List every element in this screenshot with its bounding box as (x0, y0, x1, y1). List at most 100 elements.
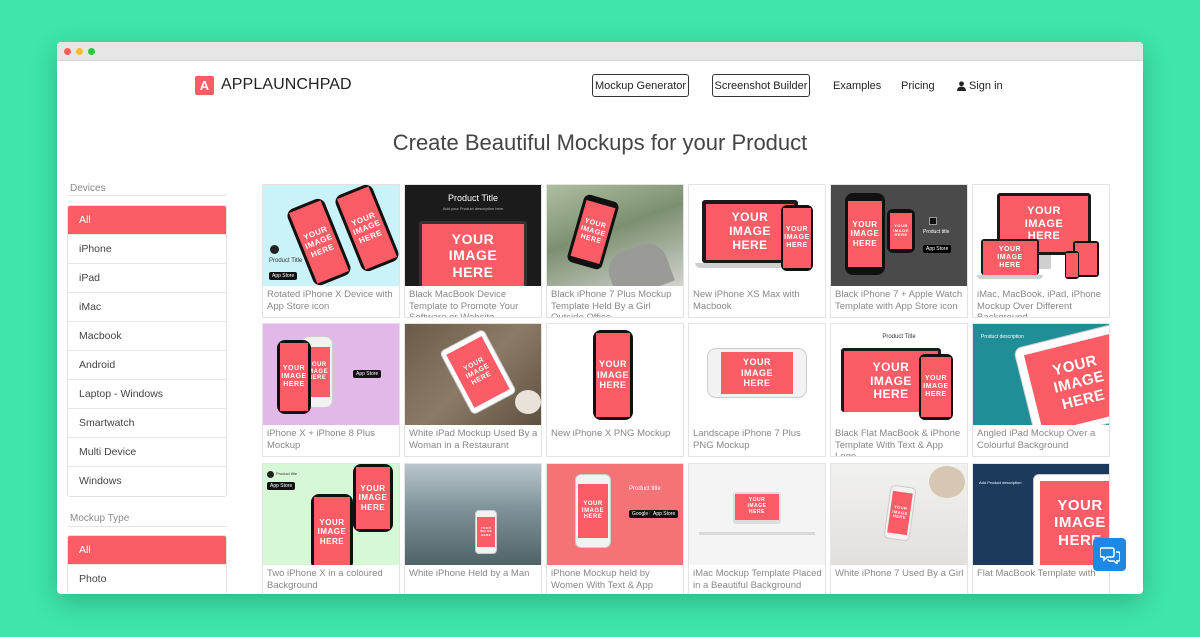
mockup-card[interactable]: Product description YOUR IMAGE HERE Angled… (972, 323, 1110, 457)
mockup-thumbnail: YOUR IMAGE HERE (547, 185, 683, 286)
mockup-card[interactable]: YOUR IMAGE HERE White iPad Mockup Used By … (404, 323, 542, 457)
examples-link[interactable]: Examples (833, 80, 881, 92)
imac-device: YOUR IMAGE HERE (733, 492, 781, 524)
mockup-thumbnail: YOUR IMAGE HERE YOUR IMAGE HERE Product Titl… (263, 185, 399, 286)
devices-filter-list: All iPhone iPad iMac Macbook Android Lap… (67, 205, 227, 497)
screenshot-builder-button[interactable]: Screenshot Builder (712, 74, 810, 97)
browser-window: A APPLAUNCHPAD Mockup Generator Screensh… (57, 42, 1143, 594)
mockup-thumbnail: YOUR IMAGE HERE YOUR IMAGE HERE (973, 185, 1109, 286)
filter-device-smartwatch[interactable]: Smartwatch (68, 409, 226, 438)
phone-device: YOUR IMAGE HERE (707, 348, 807, 398)
product-title-text: Product Title (447, 193, 499, 203)
mockup-caption: White iPhone Held by a Man (409, 568, 530, 579)
mockup-card[interactable]: YOUR IMAGE HERE YOUR IMAGE HERE App Store iP… (262, 323, 400, 457)
pricing-link[interactable]: Pricing (901, 80, 935, 92)
app-store-badge: App Store (267, 482, 296, 490)
mockup-card[interactable]: YOUR IMAGE HERE White iPhone Held by a Man (404, 463, 542, 594)
product-title-text: Product title (276, 471, 298, 476)
mockup-card[interactable]: YOUR IMAGE HERE Product title Google Play … (546, 463, 684, 594)
mockup-card[interactable]: YOUR IMAGE HERE New iPhone X PNG Mockup (546, 323, 684, 457)
brand-logo[interactable]: A APPLAUNCHPAD (195, 75, 352, 95)
filter-device-ipad[interactable]: iPad (68, 264, 226, 293)
product-title-text: Product Title (882, 334, 916, 340)
mockup-caption: iMac, MacBook, iPad, iPhone Mockup Over … (977, 289, 1102, 318)
mockup-thumbnail: YOUR IMAGE HERE (405, 324, 541, 425)
product-title-text: Product Title (269, 258, 303, 264)
product-title-text: Product title (629, 486, 661, 492)
divider (68, 195, 227, 196)
mockup-caption: White iPad Mockup Used By a Woman in a R… (409, 428, 538, 451)
app-store-badge: App Store (650, 510, 679, 518)
filter-device-macbook[interactable]: Macbook (68, 322, 226, 351)
mockup-caption: iMac Mockup Template Placed in a Beautif… (693, 568, 822, 591)
mockup-caption: Black Flat MacBook & iPhone Template Wit… (835, 428, 961, 457)
filter-device-android[interactable]: Android (68, 351, 226, 380)
mockup-card[interactable]: YOUR IMAGE HERE Landscape iPhone 7 Plus PN… (688, 323, 826, 457)
mockup-caption: Black iPhone 7 + Apple Watch Template wi… (835, 289, 963, 312)
mockup-card[interactable]: Product title App Store YOUR IMAGE HERE YO… (262, 463, 400, 594)
page-headline: Create Beautiful Mockups for your Produc… (392, 130, 808, 155)
mockup-card[interactable]: YOUR IMAGE HERE YOUR IMAGE HERE Product Titl… (262, 184, 400, 318)
mockup-thumbnail: YOUR IMAGE HERE (831, 464, 967, 565)
minimize-window-button[interactable] (76, 48, 83, 55)
mockup-card[interactable]: YOUR IMAGE HERE YOUR IMAGE HERE New iPhone X… (688, 184, 826, 318)
mockup-card[interactable]: YOUR IMAGE HERE YOUR IMAGE HERE iMac, MacBoo… (972, 184, 1110, 318)
mockup-card[interactable]: Product Title YOUR IMAGE HERE YOUR IMAGE HER… (830, 323, 968, 457)
window-titlebar (57, 42, 1143, 61)
phone-device: YOUR IMAGE HERE (781, 205, 813, 271)
chat-button[interactable] (1093, 538, 1126, 571)
mockup-thumbnail: YOUR IMAGE HERE YOUR IMAGE HERE App Store (263, 324, 399, 425)
mockup-caption: iPhone X + iPhone 8 Plus Mockup (267, 428, 376, 451)
mockup-card[interactable]: YOUR IMAGE HERE YOUR IMAGE HERE Product titl… (830, 184, 968, 318)
filter-device-imac[interactable]: iMac (68, 293, 226, 322)
mockup-caption: New iPhone X PNG Mockup (551, 428, 671, 439)
filter-device-laptop-windows[interactable]: Laptop - Windows (68, 380, 226, 409)
filter-device-multi-device[interactable]: Multi Device (68, 438, 226, 467)
mockup-thumbnail: YOUR IMAGE HERE (547, 324, 683, 425)
mockup-card[interactable]: YOUR IMAGE HERE Black iPhone 7 Plus Mockup… (546, 184, 684, 318)
product-title-text: Product title (923, 229, 950, 235)
mockup-thumbnail: Product Title YOUR IMAGE HERE YOUR IMAGE HER… (831, 324, 967, 425)
mockup-caption: Angled iPad Mockup Over a Colourful Back… (977, 428, 1096, 451)
filter-device-windows[interactable]: Windows (68, 467, 226, 496)
filter-device-all[interactable]: All (68, 206, 226, 235)
mockup-thumbnail: Product Title Add your Product descripti… (405, 185, 541, 286)
brand-mark-icon: A (195, 75, 214, 95)
mockup-caption: White iPhone 7 Used By a Girl (835, 568, 964, 579)
phone-device: YOUR IMAGE HERE (311, 494, 353, 565)
app-store-badge: App Store (923, 245, 952, 253)
mockup-caption: Black MacBook Device Template to Promote… (409, 289, 519, 318)
phone-device: YOUR IMAGE HERE (575, 474, 611, 548)
phone-device: YOUR IMAGE HERE (883, 484, 917, 542)
mockup-card[interactable]: Add Product description YOUR IMAGE HERE Fl… (972, 463, 1110, 594)
maximize-window-button[interactable] (88, 48, 95, 55)
laptop-device: YOUR IMAGE HERE (981, 239, 1039, 275)
sign-in-label: Sign in (969, 80, 1003, 92)
mockup-thumbnail: YOUR IMAGE HERE (689, 324, 825, 425)
mockup-thumbnail: YOUR IMAGE HERE Product title Google Play … (547, 464, 683, 565)
mockup-caption: Landscape iPhone 7 Plus PNG Mockup (693, 428, 801, 451)
mockup-card[interactable]: YOUR IMAGE HERE iMac Mockup Template Place… (688, 463, 826, 594)
mockup-caption: New iPhone XS Max with Macbook (693, 289, 800, 312)
sign-in-link[interactable]: Sign in (957, 80, 1003, 92)
divider (68, 526, 227, 527)
coffee-cup (515, 390, 541, 414)
mockup-thumbnail: Add Product description YOUR IMAGE HERE (973, 464, 1109, 565)
tablet-device: YOUR IMAGE HERE (439, 328, 517, 416)
hand-sleeve (603, 238, 675, 286)
close-window-button[interactable] (64, 48, 71, 55)
phone-device: YOUR IMAGE HERE (277, 340, 311, 414)
laptop-device: YOUR IMAGE HERE (419, 221, 527, 286)
devices-filter-title: Devices (70, 183, 106, 194)
phone-device: YOUR IMAGE HERE (475, 510, 497, 554)
mockup-card[interactable]: YOUR IMAGE HERE White iPhone 7 Used By a G… (830, 463, 968, 594)
filter-type-photo[interactable]: Photo (68, 565, 226, 594)
tablet-device: YOUR IMAGE HERE (1013, 324, 1109, 425)
user-icon (957, 81, 966, 91)
app-logo-icon (929, 217, 937, 225)
mockup-thumbnail: YOUR IMAGE HERE YOUR IMAGE HERE Product titl… (831, 185, 967, 286)
filter-type-all[interactable]: All (68, 536, 226, 565)
mockup-card[interactable]: Product Title Add your Product descripti… (404, 184, 542, 318)
filter-device-iphone[interactable]: iPhone (68, 235, 226, 264)
mockup-generator-button[interactable]: Mockup Generator (592, 74, 689, 97)
